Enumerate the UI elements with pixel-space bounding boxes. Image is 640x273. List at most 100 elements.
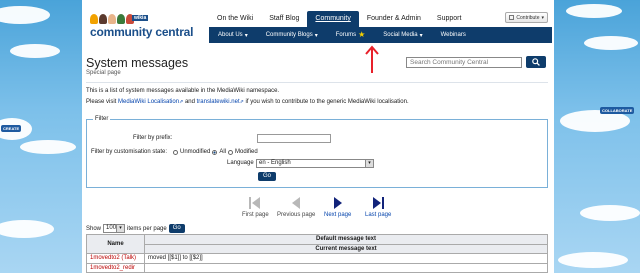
previous-page-label: Previous page	[277, 212, 316, 218]
message-name-link[interactable]: 1movedto2_redir	[86, 262, 145, 273]
message-name-link[interactable]: 1movedto2 (Talk)	[86, 253, 145, 264]
last-page-button[interactable]: Last page	[365, 196, 391, 218]
sub-nav-about-us[interactable]: About Us ▾	[209, 32, 257, 39]
page-size-row: Show 100 ▾ items per page Go	[86, 224, 185, 233]
top-nav-founder-admin[interactable]: Founder & Admin	[359, 11, 429, 27]
page-container: wikia community central On the Wiki Staf…	[82, 0, 554, 273]
external-link-icon: ⇗	[179, 99, 184, 105]
radio-all[interactable]	[212, 149, 218, 155]
logo-people-icon	[90, 14, 134, 24]
top-nav-staff-blog[interactable]: Staff Blog	[261, 11, 307, 27]
collaborate-badge: COLLABORATE	[600, 107, 635, 114]
chevron-down-icon: ▾	[419, 32, 423, 39]
page-size-go-button[interactable]: Go	[168, 224, 185, 233]
sub-nav-forums[interactable]: Forums ★	[327, 31, 375, 39]
create-badge: CREATE	[1, 125, 22, 132]
language-select[interactable]: en - English ▾	[256, 159, 374, 168]
chevron-down-icon: ▾	[116, 225, 125, 232]
search-icon	[532, 58, 540, 66]
contribute-label: Contribute	[516, 14, 540, 21]
background-cloud	[0, 6, 50, 24]
last-page-label: Last page	[365, 212, 392, 218]
star-icon: ★	[358, 30, 366, 39]
sub-nav-label: About Us	[218, 32, 243, 38]
divider	[86, 82, 548, 83]
community-sub-navigation: About Us ▾ Community Blogs ▾ Forums ★ Socia…	[209, 27, 552, 43]
intro-text: This is a list of system messages availa…	[86, 88, 280, 94]
background-cloud	[584, 36, 638, 50]
previous-page-button[interactable]: Previous page	[277, 196, 315, 218]
page-size-select[interactable]: 100 ▾	[103, 224, 126, 233]
messages-table: Name Default message text Current messag…	[86, 234, 548, 273]
radio-label: Modified	[235, 149, 258, 155]
first-page-label: First page	[242, 212, 269, 218]
next-page-label: Next page	[324, 212, 352, 218]
prefix-label: Filter by prefix:	[133, 135, 173, 141]
radio-label: All	[219, 149, 227, 155]
logo-text: community central	[90, 25, 194, 39]
column-header-current: Current message text	[144, 243, 548, 254]
sub-nav-label: Forums	[335, 32, 357, 38]
top-nav-on-the-wiki[interactable]: On the Wiki	[209, 11, 261, 27]
sub-nav-label: Community Blogs	[265, 32, 313, 38]
previous-page-icon	[291, 196, 301, 210]
last-page-icon	[372, 196, 385, 210]
logo-badge: wikia	[132, 15, 149, 21]
sub-nav-label: Webinars	[440, 32, 466, 38]
show-label: Show	[86, 225, 102, 232]
global-header: wikia community central On the Wiki Staf…	[82, 0, 554, 44]
column-header-name: Name	[86, 234, 145, 254]
sub-nav-community-blogs[interactable]: Community Blogs ▾	[257, 32, 327, 39]
background-cloud	[566, 4, 622, 18]
table-row: 1movedto2 (Talk) moved [[$1]] to [[$2]]	[86, 253, 548, 264]
sub-nav-label: Social Media	[383, 32, 418, 38]
state-radio-group: Unmodified All Modified	[173, 149, 258, 155]
mediawiki-localisation-link[interactable]: MediaWiki Localisation	[118, 99, 179, 105]
top-nav-support[interactable]: Support	[429, 11, 470, 27]
edit-page-icon	[509, 15, 515, 20]
translatewiki-link[interactable]: translatewiki.net	[197, 99, 240, 105]
background-cloud	[558, 252, 628, 268]
radio-unmodified[interactable]	[173, 149, 178, 155]
top-navigation: On the Wiki Staff Blog Community Founder…	[209, 11, 469, 27]
chevron-down-icon: ▾	[365, 160, 373, 167]
background-cloud	[0, 220, 54, 238]
chevron-down-icon: ▾	[314, 32, 318, 39]
next-page-icon	[333, 196, 343, 210]
title-area: System messages Special page	[86, 56, 188, 76]
intro-mid: and	[184, 99, 195, 105]
chevron-down-icon: ▾	[541, 14, 544, 21]
radio-modified[interactable]	[228, 149, 234, 155]
intro-prefix: Please visit	[86, 99, 117, 105]
radio-label: Unmodified	[180, 149, 211, 155]
search-input[interactable]: Search Community Central	[406, 57, 522, 68]
intro-links: Please visit MediaWiki Localisation⇗ and…	[86, 99, 409, 105]
first-page-button[interactable]: First page	[242, 196, 269, 218]
first-page-icon	[249, 196, 261, 210]
message-text: moved [[$1]] to [[$2]]	[144, 253, 548, 264]
state-label: Filter by customisation state:	[91, 149, 168, 155]
sub-nav-social-media[interactable]: Social Media ▾	[374, 32, 431, 39]
external-link-icon: ⇗	[239, 99, 244, 105]
community-central-logo[interactable]: wikia community central	[88, 14, 198, 42]
sub-nav-webinars[interactable]: Webinars	[432, 32, 475, 38]
search-button[interactable]	[526, 56, 546, 68]
items-per-page-label: items per page	[127, 225, 167, 232]
filter-legend: Filter	[93, 116, 111, 122]
contribute-button[interactable]: Contribute ▾	[505, 12, 548, 23]
background-cloud	[10, 44, 60, 58]
background-cloud	[20, 140, 76, 154]
background-cloud	[580, 205, 640, 221]
top-nav-community[interactable]: Community	[307, 11, 359, 27]
page-title: System messages	[86, 56, 189, 70]
table-row: 1movedto2_redir	[86, 262, 548, 273]
filter-go-button[interactable]: Go	[258, 172, 276, 181]
page-subtitle: Special page	[86, 70, 121, 76]
chevron-down-icon: ▾	[244, 32, 248, 39]
next-page-button[interactable]: Next page	[324, 196, 351, 218]
prefix-input[interactable]	[257, 134, 331, 143]
language-value: en - English	[259, 160, 291, 166]
message-text	[144, 262, 548, 273]
intro-suffix: if you wish to contribute to the generic…	[245, 99, 409, 105]
annotation-arrow-icon	[365, 45, 379, 73]
